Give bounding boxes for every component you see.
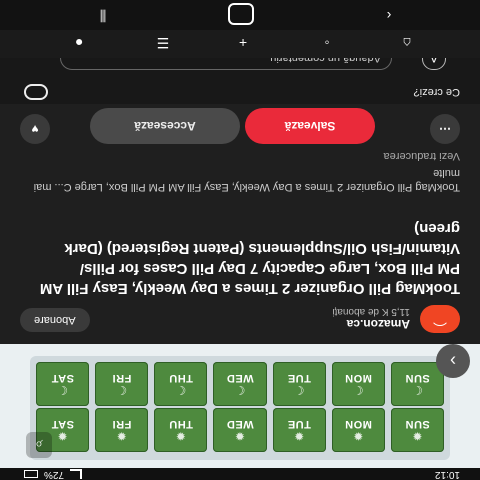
status-right: 72% [24,469,83,480]
battery-percent: 72% [44,469,65,480]
sun-icon: ✹ [175,429,186,443]
heart-icon[interactable]: ♥ [20,114,50,144]
moon-icon: ☾ [57,383,68,397]
moon-icon: ☾ [116,383,128,397]
home-icon[interactable]: ⌂ [396,32,418,54]
access-button[interactable]: Accesează [90,108,240,144]
channel-subscribers: 11,5 K de abonați [332,306,410,318]
translate-link[interactable]: Vezi traducerea [384,150,460,162]
home-system-icon[interactable] [228,3,254,25]
back-icon[interactable]: ‹ [380,7,398,25]
heart-outline-icon[interactable] [24,84,48,100]
save-button[interactable]: Salvează [245,108,375,144]
recents-icon[interactable]: ⫼ [92,7,114,25]
battery-icon [24,470,38,479]
profile-icon[interactable]: ● [68,32,90,54]
action-row: ⋯ Salvează Accesează ♥ [20,104,460,144]
subscribe-button[interactable]: Abonare [20,308,90,332]
system-nav-bar: ‹ ⫼ [0,0,480,30]
pill-cell-top-sun: ✹ SUN [390,408,444,452]
sun-icon: ✹ [234,429,246,443]
moon-icon: ☾ [352,383,364,397]
product-image[interactable]: ✹ SUN ✹ MON ✹ TUE ✹ WED ✹ THU ✹ FRI ✹ SAT ☾ SUN … [0,344,480,468]
sun-icon: ✹ [412,429,423,443]
share-icon[interactable]: ⋯ [430,114,460,144]
signal-icon [70,469,83,480]
pill-cell-bottom-sat: ☾ SAT [36,362,90,406]
details-panel: ⌒ Amazon.ca 11,5 K de abonați Abonare To… [0,0,480,344]
sun-icon: ✹ [57,429,68,443]
pill-cell-top-mon: ✹ MON [331,408,385,452]
pill-cell-bottom-sun: ☾ SUN [390,362,444,406]
pill-cell-bottom-thu: ☾ THU [154,362,208,406]
status-bar: 10:12 72% [0,468,480,480]
sun-icon: ✹ [294,429,305,443]
amazon-logo[interactable]: ⌒ [420,305,460,333]
pill-row-top: ✹ SUN ✹ MON ✹ TUE ✹ WED ✹ THU ✹ FRI ✹ SAT [36,408,444,452]
channel-name[interactable]: Amazon.ca [332,318,410,332]
product-title: TookMag Pill Organizer 2 Times a Day Wee… [39,220,460,297]
comments-prompt: Ce crezi? [413,86,460,98]
sun-icon: ✹ [116,429,127,443]
pill-cell-top-tue: ✹ TUE [272,408,326,452]
pill-cell-top-thu: ✹ THU [154,408,208,452]
moon-icon: ☾ [412,383,423,397]
product-description[interactable]: TookMag Pill Organizer 2 Times a Day Wee… [20,166,460,194]
pill-cell-bottom-mon: ☾ MON [331,362,385,406]
pill-cell-bottom-wed: ☾ WED [213,362,267,406]
pill-cell-top-fri: ✹ FRI [95,408,149,452]
pill-organizer: ✹ SUN ✹ MON ✹ TUE ✹ WED ✹ THU ✹ FRI ✹ SAT ☾ SUN … [30,356,450,460]
bottom-navigation: ⌂ ◦ + ☰ ● [0,30,480,58]
channel-row: ⌒ Amazon.ca 11,5 K de abonați Abonare [20,304,460,334]
plus-icon[interactable]: + [232,32,254,54]
pill-cell-top-wed: ✹ WED [213,408,267,452]
status-time: 10:12 [434,469,460,480]
moon-icon: ☾ [175,383,187,397]
pill-cell-bottom-tue: ☾ TUE [272,362,326,406]
moon-icon: ☾ [234,383,246,397]
app-screen: 10:12 72% ✹ SUN ✹ MON ✹ TUE ✹ WED ✹ THU ✹ FRI … [0,0,480,480]
collapse-arrow-icon[interactable]: › [436,344,470,378]
subscriptions-icon[interactable]: ☰ [152,32,174,54]
moon-icon: ☾ [293,383,305,397]
sun-icon: ✹ [353,429,364,443]
lens-scan-icon[interactable]: ⌕ [26,432,52,458]
channel-meta: Amazon.ca 11,5 K de abonați [332,307,410,332]
pill-cell-bottom-fri: ☾ FRI [95,362,149,406]
shorts-icon[interactable]: ◦ [316,32,338,54]
pill-row-bottom: ☾ SUN ☾ MON ☾ TUE ☾ WED ☾ THU ☾ FRI ☾ SAT [36,362,444,406]
